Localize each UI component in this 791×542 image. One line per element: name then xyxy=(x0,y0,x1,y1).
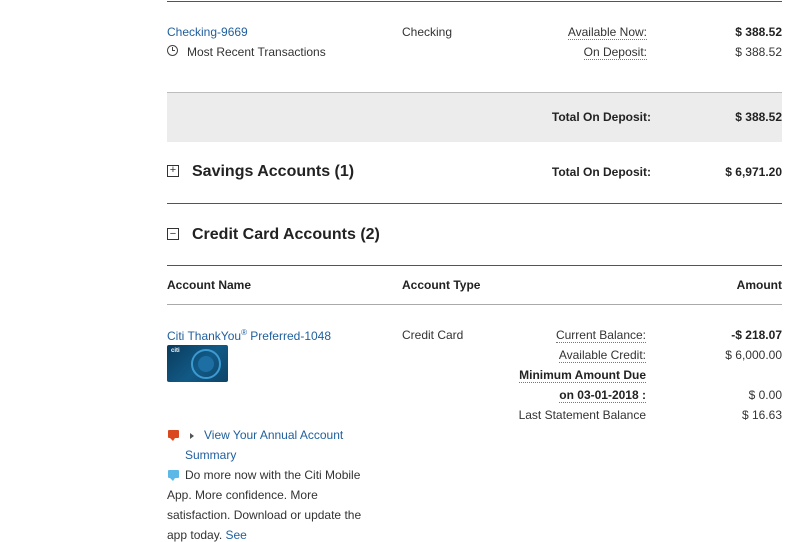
available-now-label[interactable]: Available Now: xyxy=(567,25,647,40)
credit-section-title[interactable]: Credit Card Accounts (2) xyxy=(192,226,380,244)
column-header-account-type: Account Type xyxy=(402,278,481,292)
available-credit-value: $ 6,000.00 xyxy=(725,348,782,362)
chat-bubble-blue-icon xyxy=(168,470,179,481)
available-now-value: $ 388.52 xyxy=(735,25,782,39)
current-balance-row: Current Balance: xyxy=(480,328,646,343)
checking-total-label: Total On Deposit: xyxy=(551,110,651,124)
available-credit-row: Available Credit: xyxy=(480,348,646,363)
column-header-account-name: Account Name xyxy=(167,278,252,292)
checking-total-value: $ 388.52 xyxy=(735,110,782,124)
collapse-icon[interactable]: − xyxy=(167,228,179,240)
on-deposit-value: $ 388.52 xyxy=(735,45,782,59)
minimum-due-row: Minimum Amount Due xyxy=(480,368,646,383)
credit-account-suffix: Preferred-1048 xyxy=(246,329,332,343)
minimum-due-date-label[interactable]: on 03-01-2018 : xyxy=(559,388,646,403)
annual-summary-link-cont[interactable]: Summary xyxy=(185,448,236,462)
mobile-promo-line-1: Do more now with the Citi Mobile xyxy=(185,468,361,482)
recent-transactions-label[interactable]: Most Recent Transactions xyxy=(187,45,326,59)
minimum-due-value: $ 0.00 xyxy=(748,388,782,402)
credit-header-divider xyxy=(167,265,782,266)
credit-account-type: Credit Card xyxy=(402,328,464,342)
last-statement-value: $ 16.63 xyxy=(741,408,782,422)
checking-account-type: Checking xyxy=(402,25,453,39)
annual-summary-link[interactable]: View Your Annual Account xyxy=(204,428,343,442)
current-balance-value: -$ 218.07 xyxy=(731,328,782,342)
card-disc-inner-graphic xyxy=(198,356,214,372)
mobile-promo-line-4: app today. See xyxy=(167,528,247,542)
available-credit-label[interactable]: Available Credit: xyxy=(558,348,646,363)
savings-divider xyxy=(167,203,782,204)
savings-total-value: $ 6,971.20 xyxy=(725,165,782,179)
column-header-amount: Amount xyxy=(736,278,782,292)
top-divider xyxy=(167,1,782,2)
card-logo: citi xyxy=(171,348,180,354)
on-deposit-label[interactable]: On Deposit: xyxy=(583,45,647,60)
credit-table-divider xyxy=(167,304,782,305)
mobile-promo-line-3: satisfaction. Download or update the xyxy=(167,508,362,522)
clock-icon xyxy=(167,45,178,56)
on-deposit-row: On Deposit: xyxy=(500,45,647,60)
credit-account-link[interactable]: Citi ThankYou® Preferred-1048 xyxy=(167,328,331,343)
savings-total-label: Total On Deposit: xyxy=(551,165,651,179)
checking-account-link[interactable]: Checking-9669 xyxy=(167,25,248,39)
mobile-promo-text: app today. xyxy=(167,528,223,542)
minimum-due-date-row: on 03-01-2018 : xyxy=(480,388,646,403)
expand-icon[interactable]: + xyxy=(167,165,179,177)
chat-bubble-red-icon xyxy=(168,430,179,441)
minimum-due-label[interactable]: Minimum Amount Due xyxy=(519,368,646,383)
savings-section-title[interactable]: Savings Accounts (1) xyxy=(192,163,354,181)
credit-card-image[interactable]: citi xyxy=(167,345,228,382)
available-now-row: Available Now: xyxy=(500,25,647,40)
last-statement-label: Last Statement Balance xyxy=(518,408,646,422)
credit-account-name: Citi ThankYou xyxy=(167,329,242,343)
mobile-see-link[interactable]: See xyxy=(226,528,247,542)
mobile-promo-line-2: App. More confidence. More xyxy=(167,488,318,502)
triangle-right-icon xyxy=(190,433,194,439)
current-balance-label[interactable]: Current Balance: xyxy=(555,328,646,343)
